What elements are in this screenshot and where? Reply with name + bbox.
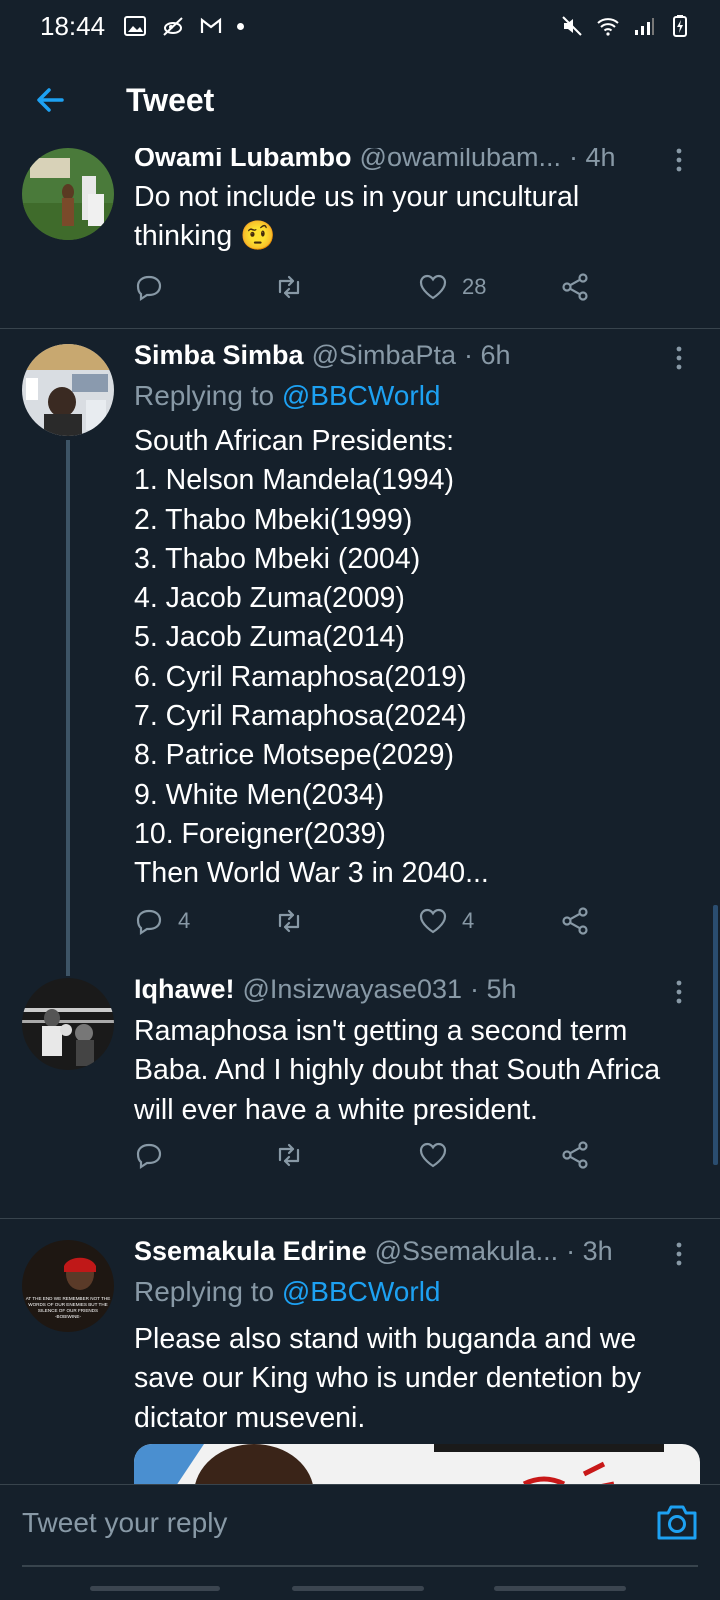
tweet-text: Please also stand with buganda and we sa… (134, 1323, 641, 1434)
more-options-icon[interactable] (676, 346, 682, 370)
tweet-owami[interactable]: Owami Lubambo @owamilubam... · 4h Do not… (0, 148, 720, 322)
notification-dot-icon (237, 22, 245, 30)
tweet-thread: Owami Lubambo @owamilubam... · 4h Do not… (0, 148, 720, 1484)
avatar-ssemakula[interactable]: AT THE END WE REMEMBER NOT THE WORDS OF … (22, 1240, 114, 1332)
tweet-time: · 4h (569, 148, 616, 172)
avatar-caption-line: AT THE END WE REMEMBER NOT THE (26, 1296, 111, 1301)
avatar-owami[interactable] (22, 148, 114, 240)
author-name[interactable]: Simba Simba (134, 340, 304, 371)
signal-icon (635, 18, 654, 35)
avatar-simba[interactable] (22, 344, 114, 436)
author-name[interactable]: Ssemakula Edrine (134, 1236, 367, 1267)
reply-icon (136, 275, 162, 302)
tweet-time: · 6h (464, 340, 511, 370)
reply-button[interactable] (134, 272, 164, 302)
back-arrow-icon[interactable] (32, 82, 68, 118)
share-button[interactable] (560, 1140, 590, 1170)
author-name[interactable]: Owami Lubambo (134, 148, 352, 173)
reply-icon (136, 909, 162, 936)
camera-icon[interactable] (656, 1503, 698, 1541)
tweet-header: Ssemakula Edrine @Ssemakula... · 3h (134, 1236, 690, 1267)
author-handle[interactable]: @Ssemakula... (375, 1236, 558, 1267)
tweet-header: Iqhawe! @Insizwayase031 · 5h (134, 974, 690, 1005)
muted-bird-icon (163, 17, 183, 36)
nav-home-button[interactable] (292, 1586, 424, 1591)
more-options-icon[interactable] (676, 980, 682, 1004)
mention-link[interactable]: @BBCWorld (282, 380, 441, 411)
tweet-iqhawe[interactable]: Iqhawe! @Insizwayase031 · 5h Ramaphosa i… (0, 974, 720, 1188)
retweet-button[interactable] (274, 906, 304, 936)
tweet-text: Do not include us in your uncultural thi… (134, 181, 580, 253)
nav-back-button[interactable] (494, 1586, 626, 1591)
reply-input[interactable] (22, 1503, 562, 1543)
tweet-header: Owami Lubambo @owamilubam... · 4h (134, 148, 690, 173)
author-name[interactable]: Iqhawe! (134, 974, 235, 1005)
retweet-button[interactable] (274, 1140, 304, 1170)
share-button[interactable] (560, 272, 590, 302)
tweet-time: · 5h (470, 974, 517, 1004)
tweet-actions (134, 1140, 614, 1180)
reply-underline (22, 1565, 698, 1567)
avatar-caption-line: WORDS OF OUR ENEMIES BUT THE (28, 1302, 107, 1307)
system-nav-bar (0, 1584, 720, 1600)
like-button[interactable]: 28 (418, 272, 486, 302)
replying-to: Replying to @BBCWorld (134, 380, 441, 411)
tweet-actions: 28 (134, 272, 614, 312)
more-options-icon[interactable] (676, 1242, 682, 1266)
reply-count: 4 (178, 908, 191, 933)
author-handle[interactable]: @SimbaPta (312, 340, 456, 371)
replying-to: Replying to @BBCWorld (134, 1276, 441, 1307)
share-icon (562, 273, 588, 301)
reply-button[interactable]: 4 (134, 906, 190, 936)
avatar-caption-line: SILENCE OF OUR FRIENDS (38, 1308, 98, 1313)
gmail-icon (200, 17, 222, 33)
like-button[interactable]: 4 (418, 906, 474, 936)
tweet-media[interactable] (134, 1444, 700, 1484)
avatar-iqhawe[interactable] (22, 978, 114, 1070)
tweet-simba[interactable]: Simba Simba @SimbaPta · 6h Replying to @… (0, 340, 720, 964)
status-bar: 18:44 (0, 0, 720, 52)
heart-icon (419, 908, 447, 934)
share-icon (562, 907, 588, 935)
mention-link[interactable]: @BBCWorld (282, 1276, 441, 1307)
status-time: 18:44 (40, 10, 106, 41)
tweet-ssemakula[interactable]: AT THE END WE REMEMBER NOT THE WORDS OF … (0, 1236, 720, 1484)
divider (0, 328, 720, 329)
share-icon (562, 1141, 588, 1169)
tweet-header: Simba Simba @SimbaPta · 6h (134, 340, 690, 371)
reply-button[interactable] (134, 1140, 164, 1170)
mute-icon (562, 16, 582, 36)
tweet-text: Ramaphosa isn't getting a second term Ba… (134, 1015, 661, 1126)
app-header: Tweet (0, 52, 720, 148)
author-handle[interactable]: @Insizwayase031 (243, 974, 463, 1005)
reply-icon (136, 1143, 162, 1170)
page-title: Tweet (126, 82, 215, 118)
reply-composer (0, 1484, 720, 1600)
retweet-button[interactable] (274, 272, 304, 302)
heart-icon (419, 274, 447, 300)
tweet-actions: 4 4 (134, 906, 614, 946)
like-count: 28 (462, 274, 487, 299)
tweet-time: · 3h (566, 1236, 613, 1266)
retweet-icon (278, 1143, 300, 1167)
wifi-icon (597, 18, 619, 36)
gallery-icon (124, 16, 147, 36)
tweet-text: South African Presidents: 1. Nelson Mand… (134, 425, 489, 890)
scrollbar-thumb[interactable] (713, 905, 718, 1165)
divider (0, 1218, 720, 1219)
nav-recent-button[interactable] (90, 1586, 220, 1591)
heart-icon (419, 1142, 447, 1168)
retweet-icon (278, 909, 300, 933)
avatar-caption-line: -BOBIWINE- (55, 1314, 82, 1319)
share-button[interactable] (560, 906, 590, 936)
like-count: 4 (462, 908, 475, 933)
author-handle[interactable]: @owamilubam... (360, 148, 561, 173)
retweet-icon (278, 275, 300, 299)
more-options-icon[interactable] (676, 148, 682, 172)
battery-icon (673, 15, 687, 37)
like-button[interactable] (418, 1140, 448, 1170)
